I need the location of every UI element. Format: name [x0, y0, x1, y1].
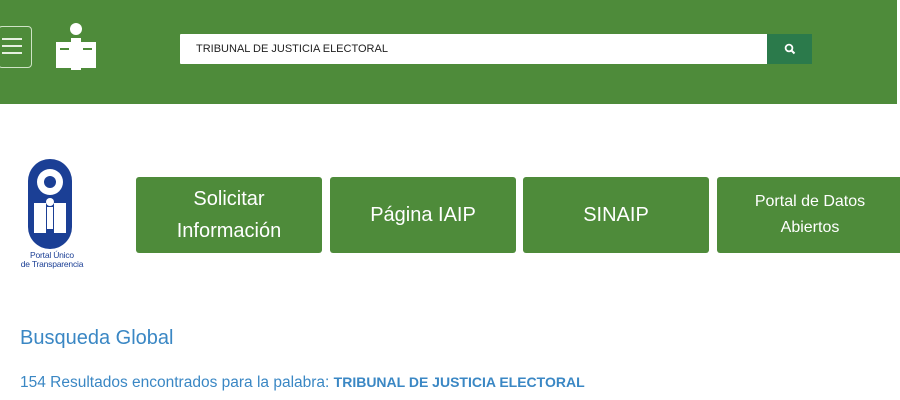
- results-summary: 154 Resultados encontrados para la palab…: [20, 374, 585, 392]
- search-icon: [784, 43, 795, 55]
- search-bar: [180, 34, 812, 64]
- logo-caption: Portal Único de Transparencia: [6, 251, 98, 269]
- nav-button-sinaip[interactable]: SINAIP: [523, 177, 709, 253]
- portal-unico-logo[interactable]: Portal Único de Transparencia: [6, 155, 98, 273]
- page-title: Busqueda Global: [20, 327, 174, 349]
- nav-button-label-line1: Solicitar: [193, 188, 265, 210]
- nav-button-solicitar-informacion[interactable]: Solicitar Información: [136, 177, 322, 253]
- nav-button-label: Página IAIP: [370, 203, 476, 226]
- hamburger-menu-icon-bar: [2, 52, 22, 54]
- nav-button-label: SINAIP: [583, 203, 649, 226]
- search-button[interactable]: [767, 34, 812, 64]
- page: Portal Único de Transparencia Solicitar …: [0, 0, 900, 400]
- portal-logo-icon: [28, 159, 72, 249]
- nav-button-label-line1: Portal de Datos: [754, 193, 866, 210]
- logo-caption-line2: de Transparencia: [20, 259, 84, 269]
- nav-button-label-line2: Información: [176, 220, 282, 242]
- results-count-text: 154 Resultados encontrados para la palab…: [20, 374, 334, 391]
- hamburger-menu-button[interactable]: [0, 26, 32, 68]
- nav-button-pagina-iaip[interactable]: Página IAIP: [330, 177, 516, 253]
- hamburger-menu-icon: [2, 38, 22, 40]
- search-input[interactable]: [180, 34, 767, 64]
- results-keyword: TRIBUNAL DE JUSTICIA ELECTORAL: [333, 374, 585, 390]
- nav-button-portal-datos-abiertos[interactable]: Portal de Datos Abiertos: [717, 177, 900, 253]
- people-reading-logo-icon[interactable]: [54, 22, 98, 72]
- nav-button-label-line2: Abiertos: [780, 219, 840, 236]
- top-header-bar: [0, 0, 897, 104]
- hamburger-menu-icon-bar: [2, 45, 22, 47]
